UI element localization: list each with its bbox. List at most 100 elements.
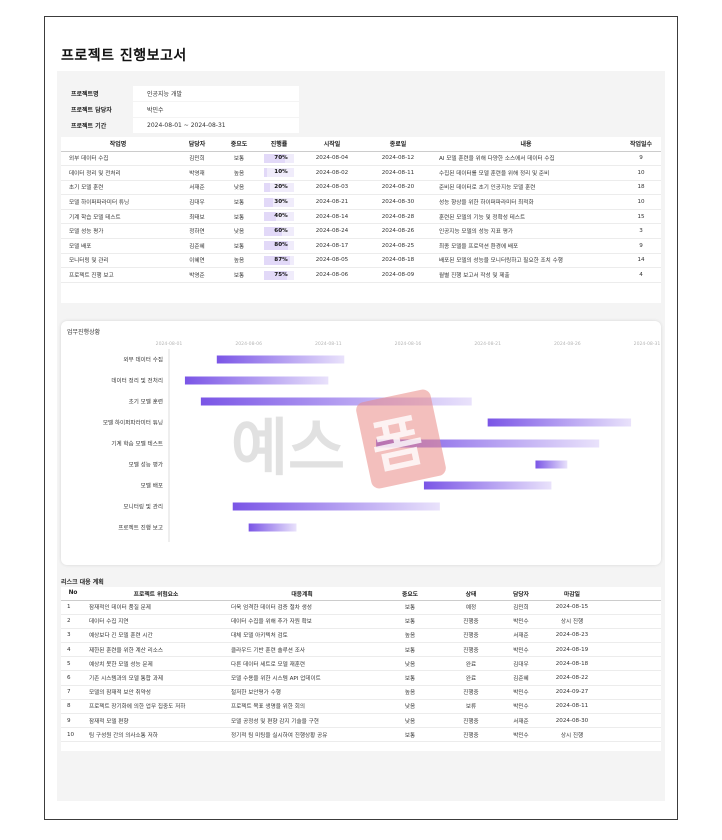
- risk-item: 잠재적인 데이터 품질 문제: [85, 600, 227, 615]
- risk-row: 2 데이터 수집 지연 데이터 수집을 위해 추가 자원 확보 보통 진행중 박민수 상시 …: [61, 614, 661, 629]
- progress-label: 60%: [274, 227, 288, 234]
- task-priority: 높음: [219, 253, 259, 269]
- col-header: 담당자: [499, 587, 543, 601]
- task-priority: 보통: [219, 194, 259, 210]
- task-progress-cell: 80%: [259, 238, 299, 254]
- report-page: 프로젝트 진행보고서 프로젝트명 인공지능 개발 프로젝트 담당자 박민수 프로…: [44, 16, 678, 820]
- task-row: 데이터 정리 및 전처리 박영재 높음 10% 2024-08-02 2024-08-11…: [61, 165, 661, 181]
- task-owner: 최태보: [175, 209, 219, 225]
- task-start: 2024-08-14: [299, 209, 365, 225]
- info-value[interactable]: 2024-08-01 ~ 2024-08-31: [133, 117, 299, 133]
- task-desc: 배포된 모델의 성능을 모니터링하고 필요한 조치 수행: [431, 253, 621, 269]
- task-row: 외부 데이터 수집 김민희 보통 70% 2024-08-04 2024-08-12 AI …: [61, 151, 661, 167]
- risk-priority: 보통: [377, 670, 443, 686]
- task-desc: 수집된 데이터를 모델 훈련을 위해 정리 및 준비: [431, 165, 621, 181]
- risk-spacer: [601, 727, 661, 743]
- progress-bar: 20%: [264, 182, 294, 192]
- task-start: 2024-08-17: [299, 238, 365, 254]
- risk-row: 8 프로젝트 장기화에 의한 업무 집중도 저하 프로젝트 목표 생명을 위한 회의…: [61, 699, 661, 715]
- y-category-label: 데이터 정리 및 전처리: [111, 377, 163, 385]
- col-header: 내용: [431, 137, 621, 152]
- col-header: 프로젝트 위험요소: [85, 587, 227, 601]
- task-name: 초기 모델 훈련: [61, 180, 175, 196]
- task-progress-cell: 87%: [259, 253, 299, 269]
- task-days: 10: [621, 194, 661, 210]
- task-start: 2024-08-21: [299, 194, 365, 210]
- x-tick-label: 2024-08-11: [315, 341, 342, 347]
- gantt-bar: [232, 502, 440, 511]
- risk-owner: 김준혜: [499, 670, 543, 686]
- info-key: 프로젝트 기간: [71, 122, 107, 130]
- info-row-period: 프로젝트 기간 2024-08-01 ~ 2024-08-31: [69, 117, 299, 133]
- task-owner: 정하연: [175, 223, 219, 240]
- progress-label: 87%: [274, 256, 288, 263]
- risk-plan: 철저한 보안평가 수행: [227, 685, 377, 700]
- col-header: 중요도: [219, 137, 259, 152]
- x-tick-label: 2024-08-21: [474, 341, 501, 347]
- risk-status: 완료: [443, 656, 499, 672]
- task-desc: 훈련된 모델의 기능 및 정확성 테스트: [431, 209, 621, 225]
- info-value[interactable]: 인공지능 개발: [133, 85, 299, 101]
- risk-spacer: [601, 628, 661, 644]
- task-progress-cell: 20%: [259, 180, 299, 196]
- task-owner: 김대우: [175, 194, 219, 210]
- report-sheet: 프로젝트명 인공지능 개발 프로젝트 담당자 박민수 프로젝트 기간 2024-…: [57, 71, 665, 801]
- task-name: 외부 데이터 수집: [61, 151, 175, 167]
- risk-priority: 낮음: [377, 656, 443, 672]
- progress-label: 80%: [274, 242, 288, 249]
- risk-status: 완료: [443, 670, 499, 686]
- risk-owner: 박민수: [499, 614, 543, 629]
- risk-priority: 높음: [377, 628, 443, 644]
- task-name: 프로젝트 진행 보고: [61, 267, 175, 283]
- risk-status: 진행중: [443, 642, 499, 658]
- risk-priority: 보통: [377, 727, 443, 743]
- task-row: 모델 하이퍼파라미터 튜닝 김대우 보통 30% 2024-08-21 2024-08-3…: [61, 194, 661, 210]
- risk-due: 2024-08-15: [543, 600, 601, 615]
- risk-priority: 낮음: [377, 699, 443, 715]
- task-end: 2024-08-20: [365, 180, 431, 196]
- task-table-card: 작업명 담당자 중요도 진행률 시작일 종료일 내용 작업일수 외부 데이터 수…: [61, 137, 661, 303]
- risk-item: 기존 시스템과의 모델 통합 과제: [85, 670, 227, 686]
- risk-header-row: No 프로젝트 위험요소 대응계획 중요도 상태 담당자 마감일: [61, 587, 661, 601]
- task-days: 15: [621, 209, 661, 225]
- risk-plan: 모델 공정성 및 편향 감지 기술을 구현: [227, 713, 377, 729]
- progress-bar: 75%: [264, 270, 294, 280]
- task-progress-cell: 70%: [259, 151, 299, 167]
- task-owner: 이혜연: [175, 253, 219, 269]
- task-owner: 박영준: [175, 267, 219, 283]
- task-owner: 김민희: [175, 151, 219, 167]
- risk-due: 2024-08-18: [543, 656, 601, 672]
- risk-item: 프로젝트 장기화에 의한 업무 집중도 저하: [85, 699, 227, 715]
- risk-spacer: [601, 670, 661, 686]
- task-name: 모델 하이퍼파라미터 튜닝: [61, 194, 175, 210]
- progress-bar: 87%: [264, 255, 294, 265]
- col-header: 작업일수: [621, 137, 661, 152]
- col-header: 상태: [443, 587, 499, 601]
- progress-bar: 40%: [264, 212, 294, 222]
- risk-spacer: [601, 685, 661, 700]
- col-header: 시작일: [299, 137, 365, 152]
- risk-priority: 보통: [377, 642, 443, 658]
- progress-bar: 30%: [264, 197, 294, 207]
- col-header: 대응계획: [227, 587, 377, 601]
- risk-table: No 프로젝트 위험요소 대응계획 중요도 상태 담당자 마감일 1 잠재적인 데…: [61, 587, 661, 743]
- risk-status: 예정: [443, 600, 499, 615]
- risk-status: 진행중: [443, 614, 499, 629]
- task-priority: 낮음: [219, 223, 259, 240]
- task-end: 2024-08-26: [365, 223, 431, 240]
- risk-no: 4: [61, 642, 85, 658]
- risk-no: 1: [61, 600, 85, 615]
- task-days: 4: [621, 267, 661, 283]
- task-desc: 인공지능 모델의 성능 지표 평가: [431, 223, 621, 240]
- task-progress-cell: 75%: [259, 267, 299, 283]
- task-end: 2024-08-11: [365, 165, 431, 181]
- info-value[interactable]: 박민수: [133, 101, 299, 117]
- task-priority: 보통: [219, 151, 259, 167]
- risk-status: 진행중: [443, 713, 499, 729]
- progress-fill: [264, 168, 267, 178]
- risk-row: 9 잠재적 모델 편향 모델 공정성 및 편향 감지 기술을 구현 낮음 진행중 서재준 2…: [61, 713, 661, 729]
- gantt-chart-card: 업무진행상황 2024-08-01 2024-08-06 2024-08-11 202…: [61, 321, 661, 565]
- task-name: 기계 학습 모델 테스트: [61, 209, 175, 225]
- risk-plan: 데이터 수집을 위해 추가 자원 확보: [227, 614, 377, 629]
- col-header: 진행률: [259, 137, 299, 152]
